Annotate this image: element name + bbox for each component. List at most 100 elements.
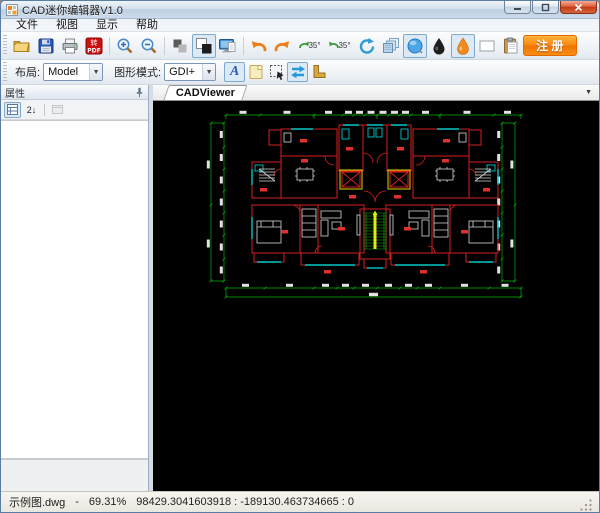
sort-alpha-button[interactable]: 2↓ [23, 102, 40, 118]
white-background-tool-button[interactable] [475, 34, 499, 58]
app-icon [6, 4, 18, 16]
background-swap-button[interactable] [192, 34, 216, 58]
page-color-button[interactable] [245, 62, 266, 82]
blue-circle-tool-button[interactable] [403, 34, 427, 58]
viewer-area: CADViewer ▼ [153, 85, 599, 491]
swap-arrows-icon [289, 63, 307, 81]
properties-toolbar: 2↓ [1, 100, 148, 120]
status-coordinates: 98429.3041603918 : -189130.463734665 : 0 [136, 496, 354, 508]
graphics-mode-select[interactable]: GDI+ ▼ [164, 63, 216, 81]
categorize-button[interactable] [4, 102, 21, 118]
rotate-view-button[interactable] [355, 34, 379, 58]
drawing-canvas[interactable] [153, 101, 599, 491]
dimension-lines [210, 114, 523, 299]
tab-list-dropdown[interactable]: ▼ [585, 89, 592, 96]
printer-icon [61, 37, 79, 55]
save-button[interactable] [34, 34, 58, 58]
layout-label: 布局: [15, 64, 40, 80]
toolbar-separator [164, 37, 165, 55]
properties-title: 属性 [5, 85, 25, 100]
graphics-mode-value: GDI+ [169, 66, 195, 78]
white-rect-icon [478, 37, 496, 55]
rotate-right-35-button[interactable]: 35° [325, 34, 355, 58]
sort-alpha-icon: 2↓ [27, 105, 37, 115]
menu-item-file[interactable]: 文件 [7, 19, 47, 32]
menu-item-view[interactable]: 视图 [47, 19, 87, 32]
select-tool-button[interactable] [266, 62, 287, 82]
combo-arrow-icon: ▼ [89, 64, 102, 80]
graphics-mode-label: 图形模式: [114, 64, 161, 80]
undo-button[interactable] [247, 34, 271, 58]
swap-colors-button[interactable] [287, 62, 308, 82]
orange-droplet-icon [454, 37, 472, 55]
maximize-button[interactable] [532, 1, 559, 14]
print-button[interactable] [58, 34, 82, 58]
background-toggle-button[interactable] [168, 34, 192, 58]
corner-tool-button[interactable] [308, 62, 329, 82]
properties-panel-header: 属性 [1, 85, 148, 100]
rotate-left-35-button[interactable]: 35° [295, 34, 325, 58]
zoom-out-button[interactable] [137, 34, 161, 58]
redo-icon [273, 37, 292, 55]
gold-corner-icon [310, 63, 328, 81]
resize-grip[interactable] [580, 499, 593, 512]
status-bar: 示例图.dwg - 69.31% 98429.3041603918 : -189… [1, 491, 599, 512]
property-grid[interactable] [1, 120, 148, 459]
black-ink-tool-button[interactable] [427, 34, 451, 58]
dimension-labels [207, 111, 514, 296]
main-toolbar: 转 PDF [1, 32, 599, 60]
svg-text:PDF: PDF [87, 47, 100, 54]
window-title: CAD迷你编辑器V1.0 [22, 2, 123, 18]
black-white-squares-icon [195, 37, 213, 55]
staircase [363, 211, 387, 250]
zoom-out-icon [140, 37, 158, 55]
menu-bar: 文件 视图 显示 帮助 [1, 19, 599, 32]
paste-clipboard-icon [502, 37, 520, 55]
tab-cadviewer[interactable]: CADViewer [163, 85, 247, 100]
selection-cursor-icon [268, 63, 286, 81]
convert-pdf-button[interactable]: 转 PDF [82, 34, 106, 58]
menu-item-display[interactable]: 显示 [87, 19, 127, 32]
zoom-in-icon [116, 37, 134, 55]
redo-button[interactable] [271, 34, 295, 58]
layers-button[interactable] [379, 34, 403, 58]
properties-toolbar-separator [44, 104, 45, 116]
options-toolbar: 布局: Model ▼ 图形模式: GDI+ ▼ A [1, 60, 599, 85]
blue-rotate-icon [358, 37, 376, 55]
fit-screen-button[interactable] [216, 34, 240, 58]
property-pages-button[interactable] [49, 102, 66, 118]
monitor-icon [218, 37, 237, 55]
orange-ink-tool-button[interactable] [451, 34, 475, 58]
text-style-button[interactable]: A [224, 62, 245, 82]
register-button[interactable]: 注 册 [523, 35, 578, 56]
close-button[interactable] [560, 1, 597, 14]
rotate-right-label: 35° [338, 41, 350, 50]
save-floppy-icon [37, 37, 55, 55]
property-pages-icon [51, 103, 64, 116]
blue-circle-icon [406, 37, 424, 55]
yellow-page-icon [247, 63, 265, 81]
combo-arrow-icon: ▼ [202, 64, 215, 80]
paste-button[interactable] [499, 34, 523, 58]
toolbar-grip[interactable] [3, 62, 7, 81]
open-folder-icon [12, 37, 31, 55]
pdf-convert-icon: 转 PDF [85, 37, 103, 55]
document-tab-bar: CADViewer ▼ [153, 85, 599, 101]
app-window: CAD迷你编辑器V1.0 文件 视图 显示 帮助 [0, 0, 600, 513]
text-style-icon: A [230, 65, 239, 79]
menu-item-help[interactable]: 帮助 [127, 19, 167, 32]
tab-cadviewer-label: CADViewer [167, 87, 244, 99]
status-file-name: 示例图.dwg [9, 494, 65, 510]
toolbar-grip[interactable] [3, 35, 7, 57]
pin-icon[interactable] [135, 87, 144, 98]
status-separator: - [75, 496, 79, 508]
minimize-icon [513, 3, 522, 12]
toolbar-separator [243, 37, 244, 55]
open-file-button[interactable] [10, 34, 34, 58]
status-zoom-level: 69.31% [89, 496, 126, 508]
minimize-button[interactable] [504, 1, 531, 14]
title-bar: CAD迷你编辑器V1.0 [1, 1, 599, 19]
layers-icon [382, 37, 400, 55]
zoom-in-button[interactable] [113, 34, 137, 58]
layout-select[interactable]: Model ▼ [43, 63, 103, 81]
